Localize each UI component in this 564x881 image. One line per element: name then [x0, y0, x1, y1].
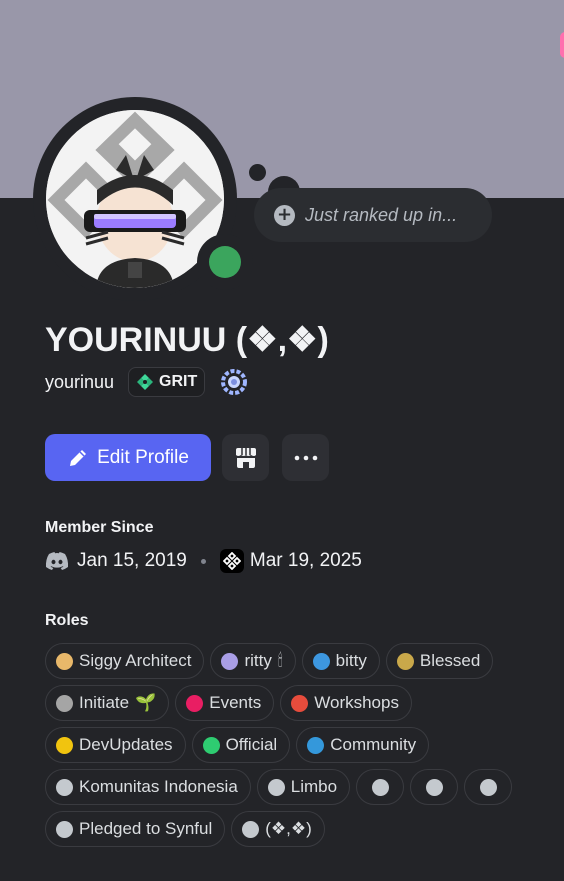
role-chip[interactable]: Official [191, 727, 291, 763]
role-color-dot [479, 778, 497, 796]
shop-icon [235, 447, 256, 468]
role-color-dot [242, 820, 260, 838]
discord-logo-icon [45, 552, 69, 570]
custom-status-placeholder: Just ranked up in... [305, 204, 458, 225]
shop-button[interactable] [222, 434, 269, 481]
display-name: YOURINUU (❖,❖) [45, 321, 329, 359]
role-color-dot [371, 778, 389, 796]
candle-icon: 🕯 [277, 651, 283, 670]
member-since-heading: Member Since [45, 519, 154, 536]
role-color-dot [56, 652, 73, 670]
grit-tag-icon [137, 374, 154, 390]
server-logo-icon [222, 552, 241, 570]
role-label: Siggy Architect [79, 651, 192, 670]
server-icon[interactable] [219, 549, 244, 573]
status-indicator [197, 234, 253, 290]
role-label: Workshops [314, 693, 399, 712]
role-label: Community [330, 735, 417, 754]
role-chip[interactable]: Initiate 🌱 [45, 685, 170, 721]
username: yourinuu [45, 371, 115, 392]
pencil-icon [70, 449, 87, 466]
add-status-icon: + [274, 204, 295, 226]
role-label: Limbo [290, 777, 338, 796]
nitro-badge-icon[interactable] [219, 367, 249, 397]
role-label: Pledged to Synful [79, 819, 213, 838]
role-chip-unnamed[interactable] [356, 769, 405, 805]
role-color-dot [56, 820, 73, 838]
role-color-dot [267, 778, 285, 796]
role-chip-unnamed[interactable] [410, 769, 459, 805]
more-options-button[interactable] [282, 434, 329, 481]
role-color-dot [56, 694, 73, 712]
role-chip[interactable]: bitty [301, 643, 380, 679]
guild-tag[interactable]: GRIT [128, 367, 206, 397]
role-label: ritty [244, 651, 272, 670]
avatar-container[interactable] [33, 97, 253, 301]
role-chip[interactable]: Komunitas Indonesia [45, 769, 251, 805]
role-color-dot [312, 652, 330, 670]
role-color-dot [56, 778, 73, 796]
role-color-dot [221, 652, 239, 670]
role-color-dot [202, 736, 220, 754]
thought-bubble-dot [249, 164, 266, 181]
role-label: DevUpdates [79, 735, 173, 754]
guild-tag-label: GRIT [159, 373, 198, 390]
role-color-dot [186, 694, 204, 712]
more-icon [294, 455, 317, 460]
role-chip[interactable]: Community [296, 727, 430, 763]
role-label: Official [225, 735, 278, 754]
edit-profile-label: Edit Profile [97, 446, 189, 468]
discord-member-date: Jan 15, 2019 [77, 550, 187, 571]
separator-dot [200, 558, 206, 564]
role-label: Initiate [79, 693, 130, 712]
custom-status-bubble[interactable]: + Just ranked up in... [254, 188, 492, 242]
role-chip[interactable]: Blessed [385, 643, 494, 679]
banner-decoration [560, 32, 564, 58]
role-color-dot [291, 694, 309, 712]
role-chip-unnamed[interactable] [464, 769, 513, 805]
role-chip[interactable]: Workshops [280, 685, 412, 721]
edit-profile-button[interactable]: Edit Profile [45, 434, 211, 481]
role-chip[interactable]: Events [175, 685, 275, 721]
role-chip[interactable]: ritty 🕯 [210, 643, 296, 679]
role-chip[interactable]: Pledged to Synful [45, 811, 226, 847]
role-chip[interactable]: DevUpdates [45, 727, 186, 763]
online-status-icon [209, 246, 241, 278]
role-label: Events [209, 693, 262, 712]
role-label: Komunitas Indonesia [79, 777, 238, 796]
role-color-dot [56, 736, 73, 754]
role-label: bitty [335, 651, 367, 670]
role-label: Blessed [419, 651, 481, 670]
role-chip[interactable]: (❖,❖) [231, 811, 325, 847]
server-member-date: Mar 19, 2025 [249, 550, 362, 571]
role-chip[interactable]: Limbo [256, 769, 351, 805]
role-chip[interactable]: Siggy Architect [45, 643, 205, 679]
roles-list: Siggy Architect ritty 🕯 bitty Blessed Ini… [45, 643, 545, 853]
seedling-icon: 🌱 [135, 693, 157, 712]
role-color-dot [425, 778, 443, 796]
role-color-dot [396, 652, 414, 670]
member-since-row: Jan 15, 2019 Mar 19, 2025 [45, 547, 362, 575]
role-label: (❖,❖) [265, 819, 312, 838]
username-row: yourinuu GRIT [45, 366, 249, 398]
role-color-dot [307, 736, 325, 754]
roles-heading: Roles [45, 612, 89, 629]
